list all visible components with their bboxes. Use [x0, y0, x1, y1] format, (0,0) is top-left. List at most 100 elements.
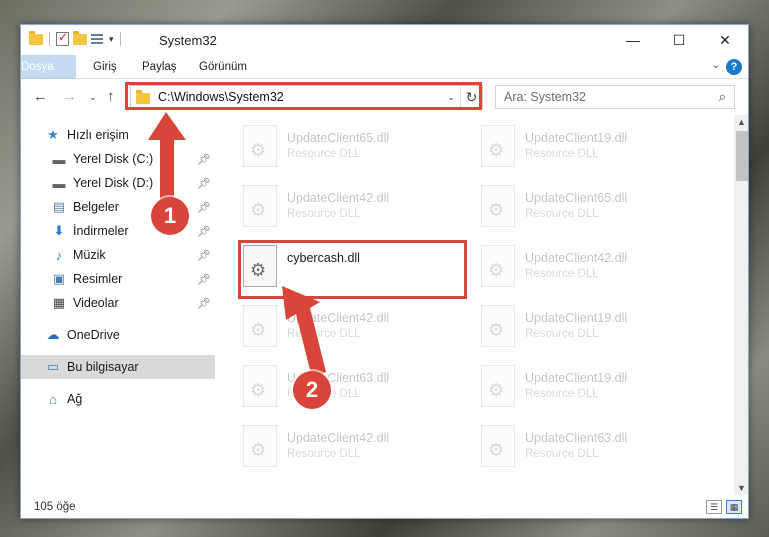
- sidebar-item-local-disk-c[interactable]: ▬ Yerel Disk (C:) 📌︎: [21, 147, 215, 171]
- window-title: System32: [159, 33, 217, 48]
- scroll-up-icon[interactable]: ▲: [737, 117, 746, 127]
- sidebar-item-quick-access[interactable]: ★ Hızlı erişim: [21, 123, 215, 147]
- address-path[interactable]: C:\Windows\System32: [158, 90, 442, 104]
- pin-icon[interactable]: 📌︎: [197, 249, 211, 262]
- chevron-down-icon[interactable]: ⌄: [442, 92, 460, 103]
- tab-share[interactable]: Paylaş: [142, 55, 177, 79]
- sidebar-item-label: Resimler: [73, 272, 123, 286]
- search-box[interactable]: ⌕: [495, 85, 735, 109]
- dll-file-icon: [243, 125, 277, 167]
- file-type: Resource DLL: [287, 448, 361, 460]
- list-item[interactable]: UpdateClient42.dll Resource DLL: [243, 305, 473, 357]
- address-bar[interactable]: C:\Windows\System32 ⌄ ↻: [130, 85, 483, 109]
- list-item[interactable]: UpdateClient42.dll Resource DLL: [243, 425, 473, 477]
- list-item[interactable]: UpdateClient65.dll Resource DLL: [481, 185, 711, 237]
- dll-file-icon: [481, 425, 515, 467]
- file-list: UpdateClient65.dll Resource DLL UpdateCli…: [215, 115, 734, 495]
- file-name: UpdateClient42.dll: [287, 431, 390, 445]
- forward-arrow-icon[interactable]: →: [62, 88, 77, 105]
- file-type: Resource DLL: [287, 148, 361, 160]
- pin-icon[interactable]: 📌︎: [197, 225, 211, 238]
- list-item[interactable]: UpdateClient63.dll Resource DLL: [243, 365, 473, 417]
- dll-file-icon: [243, 305, 277, 347]
- up-arrow-icon[interactable]: ↑: [107, 88, 115, 105]
- sidebar-item-documents[interactable]: ▤ Belgeler 📌︎: [21, 195, 215, 219]
- toolbar-separator: [119, 32, 121, 46]
- pin-icon[interactable]: 📌︎: [197, 297, 211, 310]
- sidebar-item-this-pc[interactable]: ▭ Bu bilgisayar: [21, 355, 215, 379]
- close-button[interactable]: ✕: [702, 25, 748, 55]
- sidebar-item-onedrive[interactable]: ☁ OneDrive: [21, 323, 215, 347]
- list-item[interactable]: UpdateClient42.dll Resource DLL: [243, 185, 473, 237]
- minimize-button[interactable]: —: [610, 25, 656, 55]
- sidebar-item-label: Bu bilgisayar: [67, 360, 139, 374]
- downloads-icon: ⬇: [53, 223, 65, 238]
- file-name: UpdateClient42.dll: [287, 191, 390, 205]
- list-item[interactable]: UpdateClient19.dll Resource DLL: [481, 365, 711, 417]
- search-icon[interactable]: ⌕: [719, 89, 726, 105]
- sidebar-item-pictures[interactable]: ▣ Resimler 📌︎: [21, 267, 215, 291]
- file-name: UpdateClient19.dll: [525, 371, 628, 385]
- folder-icon[interactable]: [29, 30, 43, 45]
- pin-icon[interactable]: 📌︎: [197, 177, 211, 190]
- documents-icon: ▤: [52, 199, 66, 214]
- title-bar: ▾ System32 — ☐ ✕: [21, 25, 748, 55]
- sidebar-item-music[interactable]: ♪ Müzik 📌︎: [21, 243, 215, 267]
- navigation-pane: ★ Hızlı erişim ▬ Yerel Disk (C:) 📌︎ ▬ Ye…: [21, 115, 215, 495]
- list-item[interactable]: UpdateClient19.dll Resource DLL: [481, 125, 711, 177]
- selected-file-cybercash[interactable]: cybercash.dll: [243, 245, 473, 297]
- back-arrow-icon[interactable]: ←: [33, 88, 48, 105]
- sidebar-item-label: Hızlı erişim: [67, 128, 129, 142]
- list-item[interactable]: UpdateClient65.dll Resource DLL: [243, 125, 473, 177]
- network-icon: ⌂: [49, 391, 57, 407]
- computer-icon: ▭: [46, 359, 60, 374]
- properties-check-icon[interactable]: [56, 30, 69, 46]
- list-item[interactable]: UpdateClient42.dll Resource DLL: [481, 245, 711, 297]
- view-switcher: ☰ ▦: [706, 500, 742, 514]
- chevron-down-icon[interactable]: ⌄: [712, 60, 720, 71]
- pin-icon[interactable]: 📌︎: [197, 201, 211, 214]
- sidebar-item-network[interactable]: ⌂ Ağ: [21, 387, 215, 411]
- toolbar-separator: [49, 32, 50, 46]
- file-type: Resource DLL: [287, 208, 361, 220]
- dll-file-icon: [481, 125, 515, 167]
- pin-icon[interactable]: 📌︎: [197, 273, 211, 286]
- file-type: Resource DLL: [525, 148, 599, 160]
- sidebar-item-label: Yerel Disk (D:): [73, 176, 154, 190]
- dll-file-icon: [243, 365, 277, 407]
- status-bar: 105 öğe ☰ ▦: [21, 495, 748, 518]
- dll-file-icon: [243, 425, 277, 467]
- vertical-scrollbar[interactable]: ▲ ▼: [734, 115, 748, 495]
- dll-file-icon: [481, 365, 515, 407]
- sidebar-item-local-disk-d[interactable]: ▬ Yerel Disk (D:) 📌︎: [21, 171, 215, 195]
- recent-locations-icon[interactable]: ⌄: [89, 92, 97, 103]
- list-item[interactable]: UpdateClient19.dll Resource DLL: [481, 305, 711, 357]
- customize-toolbar-icon[interactable]: [91, 33, 105, 46]
- ribbon: Dosya Giriş Paylaş Görünüm ⌄ ?: [21, 55, 748, 107]
- sidebar-item-videos[interactable]: ▦ Videolar 📌︎: [21, 291, 215, 315]
- tab-view[interactable]: Görünüm: [199, 55, 247, 79]
- folder-icon: [136, 90, 150, 104]
- dll-file-icon: [243, 245, 277, 287]
- sidebar-item-label: Ağ: [67, 392, 83, 406]
- tab-home[interactable]: Giriş: [93, 55, 117, 79]
- details-view-icon[interactable]: ☰: [706, 500, 722, 514]
- pin-icon[interactable]: 📌︎: [197, 153, 211, 166]
- toolbar-dropdown-icon[interactable]: ▾: [109, 34, 114, 45]
- help-icon[interactable]: ?: [726, 59, 742, 75]
- dll-file-icon: [243, 185, 277, 227]
- maximize-button[interactable]: ☐: [656, 25, 702, 55]
- explorer-window: ▾ System32 — ☐ ✕ Dosya Giriş Paylaş Görü…: [20, 24, 749, 519]
- drive-icon: ▬: [52, 175, 66, 191]
- scrollbar-thumb[interactable]: [736, 131, 748, 181]
- search-input[interactable]: [496, 86, 696, 108]
- file-name: UpdateClient42.dll: [525, 251, 628, 265]
- new-folder-icon[interactable]: [73, 30, 87, 45]
- sidebar-item-downloads[interactable]: ⬇ İndirmeler 📌︎: [21, 219, 215, 243]
- sidebar-item-label: Videolar: [73, 296, 119, 310]
- scroll-down-icon[interactable]: ▼: [737, 483, 746, 493]
- tiles-view-icon[interactable]: ▦: [726, 500, 742, 514]
- item-count: 105 öğe: [34, 501, 76, 513]
- list-item[interactable]: UpdateClient63.dll Resource DLL: [481, 425, 711, 477]
- refresh-icon[interactable]: ↻: [460, 86, 482, 108]
